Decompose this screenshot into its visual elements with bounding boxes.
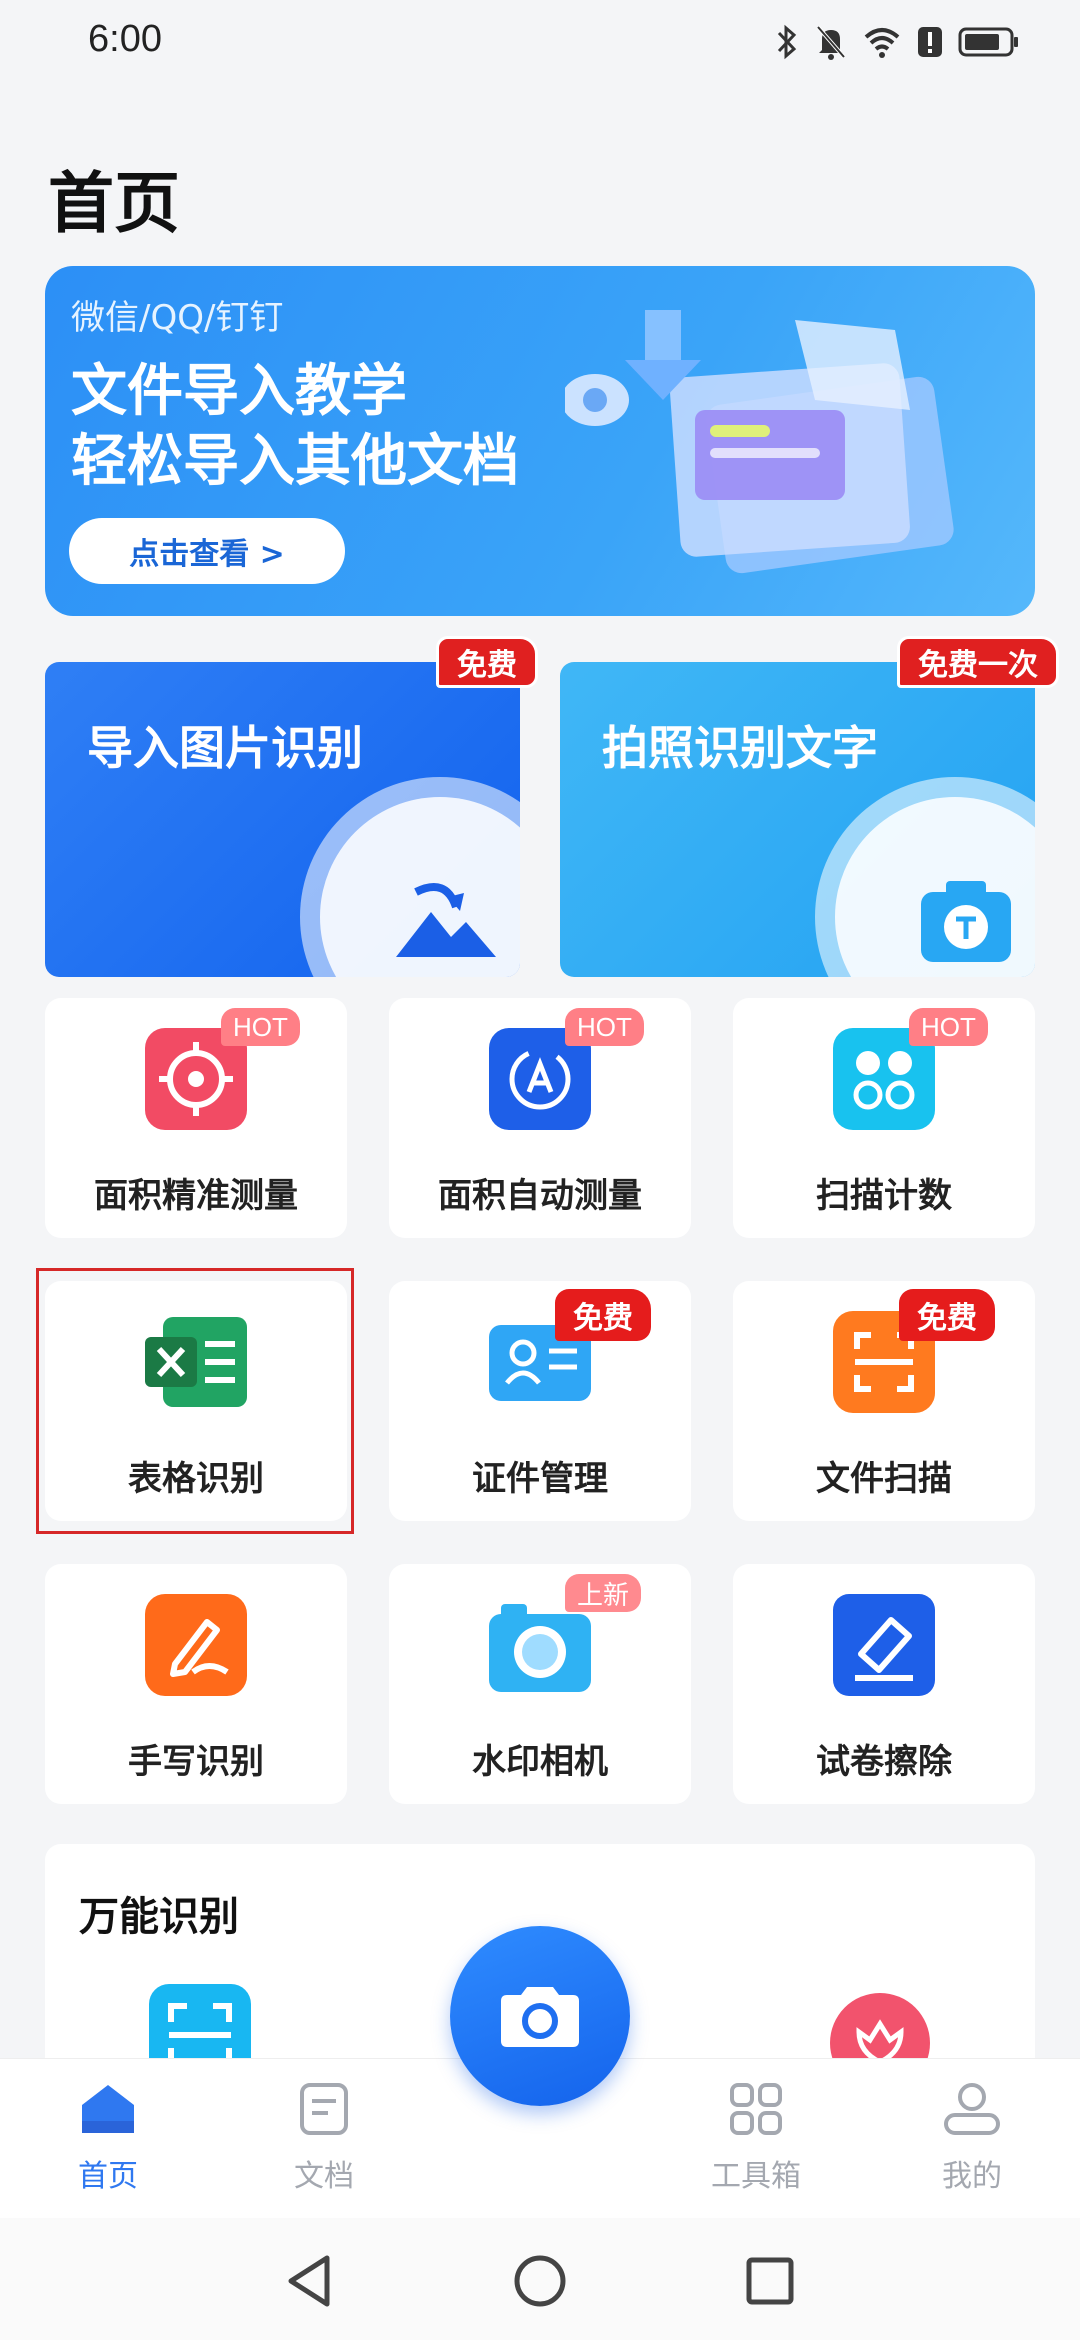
nav-toolbox[interactable]: 工具箱 — [686, 2081, 826, 2195]
nav-label: 首页 — [78, 2159, 138, 2194]
battery-icon — [958, 27, 1018, 57]
new-badge: 上新 — [565, 1574, 642, 1612]
nav-label: 工具箱 — [711, 2159, 801, 2194]
excel-icon — [145, 1317, 247, 1407]
import-image-label: 导入图片识别 — [87, 721, 363, 775]
tool-label: 手写识别 — [128, 1742, 264, 1782]
tool-label: 文件扫描 — [816, 1459, 952, 1499]
tool-label: 水印相机 — [472, 1742, 608, 1782]
eraser-icon — [833, 1594, 935, 1696]
auto-area-measure-card[interactable]: HOT 面积自动测量 — [389, 998, 691, 1238]
wifi-icon — [864, 28, 900, 58]
banner-subtitle: 微信/QQ/钉钉 — [71, 298, 284, 338]
hot-badge: HOT — [221, 1008, 300, 1046]
free-badge: 免费 — [436, 636, 538, 688]
page-title: 首页 — [48, 165, 180, 242]
toolbox-icon — [730, 2083, 782, 2135]
status-icons — [774, 20, 1020, 64]
hot-badge: HOT — [565, 1008, 644, 1046]
camera-icon — [501, 1987, 579, 2047]
alert-icon — [918, 27, 942, 57]
home-circle-icon[interactable] — [513, 2254, 567, 2308]
back-icon[interactable] — [285, 2254, 335, 2308]
scan-count-card[interactable]: HOT 扫描计数 — [733, 998, 1035, 1238]
hot-badge: HOT — [909, 1008, 988, 1046]
free-badge: 免费 — [555, 1289, 651, 1341]
nav-label: 文档 — [294, 2159, 354, 2194]
section-title: 万能识别 — [79, 1894, 239, 1940]
free-once-badge: 免费一次 — [897, 636, 1059, 688]
home-icon — [82, 2085, 134, 2133]
bluetooth-icon — [777, 24, 797, 60]
handwriting-recognition-card[interactable]: 手写识别 — [45, 1564, 347, 1804]
table-recognition-card[interactable]: 表格识别 — [45, 1281, 347, 1521]
banner-headline-1: 文件导入教学 — [71, 359, 407, 424]
id-management-card[interactable]: 免费 证件管理 — [389, 1281, 691, 1521]
nav-home[interactable]: 首页 — [38, 2081, 178, 2195]
tutorial-banner[interactable]: 微信/QQ/钉钉 文件导入教学 轻松导入其他文档 点击查看 > — [45, 266, 1035, 616]
mute-bell-icon — [816, 25, 846, 60]
banner-headline-2: 轻松导入其他文档 — [71, 429, 519, 494]
watermark-camera-card[interactable]: 上新 水印相机 — [389, 1564, 691, 1804]
precise-area-measure-card[interactable]: HOT 面积精准测量 — [45, 998, 347, 1238]
recent-apps-icon[interactable] — [745, 2256, 795, 2306]
pen-icon — [145, 1594, 247, 1696]
photo-text-label: 拍照识别文字 — [602, 721, 878, 775]
camera-text-icon — [921, 881, 1011, 962]
camera-capture-button[interactable] — [450, 1926, 630, 2106]
status-bar: 6:00 — [0, 0, 1080, 86]
tool-label: 表格识别 — [128, 1459, 264, 1499]
photo-text-recognition-card[interactable]: 拍照识别文字 免费一次 — [560, 636, 1059, 977]
nav-label: 我的 — [942, 2159, 1002, 2194]
system-nav-bar — [0, 2218, 1080, 2340]
exam-erase-card[interactable]: 试卷擦除 — [733, 1564, 1035, 1804]
tool-label: 面积精准测量 — [94, 1176, 298, 1216]
tool-label: 试卷擦除 — [816, 1742, 952, 1782]
image-import-icon — [396, 883, 496, 957]
document-icon — [300, 2083, 348, 2135]
document-import-illustration — [565, 310, 954, 574]
nav-profile[interactable]: 我的 — [902, 2081, 1042, 2195]
nav-documents[interactable]: 文档 — [254, 2081, 394, 2195]
tool-label: 扫描计数 — [816, 1176, 952, 1216]
file-scan-card[interactable]: 免费 文件扫描 — [733, 1281, 1035, 1521]
status-time: 6:00 — [88, 18, 162, 60]
banner-view-button[interactable]: 点击查看 > — [69, 518, 345, 584]
free-badge: 免费 — [899, 1289, 995, 1341]
tool-label: 证件管理 — [472, 1459, 608, 1499]
import-image-recognition-card[interactable]: 导入图片识别 免费 — [45, 636, 538, 977]
tool-label: 面积自动测量 — [438, 1176, 642, 1216]
profile-icon — [944, 2083, 1000, 2135]
